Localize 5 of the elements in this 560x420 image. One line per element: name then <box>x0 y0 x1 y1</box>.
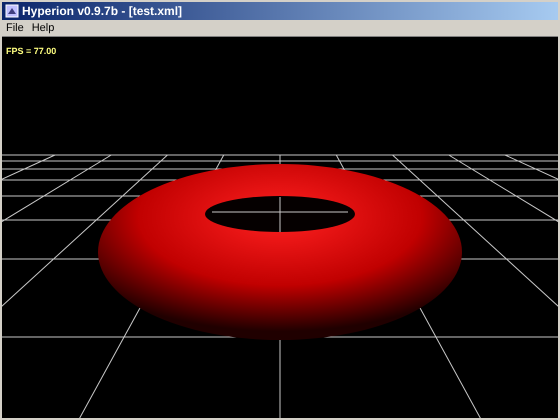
menu-item[interactable]: File <box>6 22 24 34</box>
menu-item[interactable]: Help <box>32 22 54 34</box>
app-icon <box>5 4 19 18</box>
fps-counter: FPS = 77.00 <box>6 46 56 56</box>
window-title: Hyperion v0.9.7b - [test.xml] <box>22 4 182 18</box>
